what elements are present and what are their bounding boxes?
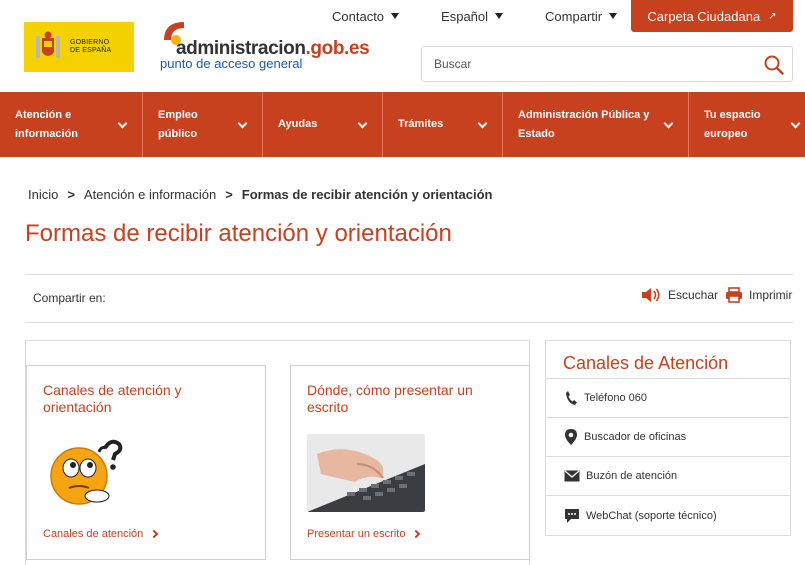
menu-item-label: Ayudas — [278, 115, 317, 134]
map-pin-icon — [565, 429, 577, 445]
external-link-icon: ↗ — [768, 10, 777, 22]
card-title: Canales de atención y orientación — [43, 382, 182, 415]
carpeta-ciudadana-label: Carpeta Ciudadana — [647, 8, 761, 24]
menu-item-atencion[interactable]: Atención e información — [0, 92, 143, 157]
side-item-label: Buzón de atención — [586, 470, 678, 482]
menu-item-label: Tu espacio europeo — [704, 106, 761, 144]
side-item-webchat[interactable]: WebChat (soporte técnico) — [546, 496, 790, 535]
chevron-down-icon — [790, 118, 801, 129]
gobierno-de-espana-logo[interactable]: GOBIERNO DE ESPAÑA — [24, 22, 134, 72]
menu-item-tramites[interactable]: Trámites — [383, 92, 503, 157]
menu-label-line2: público — [158, 127, 198, 140]
menu-item-europeo[interactable]: Tu espacio europeo — [689, 92, 805, 157]
chevron-down-icon — [117, 118, 128, 129]
share-menu-label: Compartir — [545, 8, 603, 24]
caret-down-icon — [391, 13, 400, 19]
site-header: GOBIERNO DE ESPAÑA administracion.gob.es… — [0, 0, 805, 92]
print-label: Imprimir — [749, 288, 793, 302]
share-label: Compartir en: — [33, 291, 106, 305]
breadcrumb-separator: > — [67, 187, 75, 202]
caret-down-icon — [609, 13, 618, 19]
language-label: Español — [441, 8, 489, 24]
share-menu[interactable]: Compartir — [545, 6, 618, 26]
chevron-right-icon — [150, 529, 159, 539]
side-item-label: Teléfono 060 — [584, 392, 647, 404]
menu-label-line1: Tu espacio — [704, 108, 761, 121]
breadcrumb-separator: > — [225, 187, 233, 202]
envelope-icon — [564, 470, 580, 482]
gov-logo-text: GOBIERNO DE ESPAÑA — [70, 39, 112, 54]
card-link-escrito[interactable]: Presentar un escrito — [307, 528, 421, 540]
main-menu: Atención e información Empleo público Ay… — [0, 92, 805, 157]
coat-of-arms-icon — [32, 29, 64, 65]
card-canales[interactable]: Canales de atención y orientación Canale… — [26, 365, 266, 560]
top-utility-nav: Contacto Español Compartir — [320, 6, 618, 26]
card-title: Dónde, cómo presentar un escrito — [307, 382, 473, 415]
menu-label-line2: información — [15, 127, 78, 140]
menu-item-label: Atención e información — [15, 106, 78, 144]
printer-icon — [726, 287, 742, 303]
administracion-logo[interactable]: administracion.gob.es punto de acceso ge… — [158, 18, 370, 74]
card-presentar-escrito[interactable]: Dónde, cómo presentar un escrito Present… — [290, 365, 530, 560]
speaker-icon — [642, 288, 660, 302]
site-tagline: punto de acceso general — [160, 56, 303, 71]
card-link-canales[interactable]: Canales de atención — [43, 528, 159, 540]
menu-item-label: Trámites — [398, 115, 443, 134]
side-item-buzon[interactable]: Buzón de atención — [546, 457, 790, 496]
side-item-telefono[interactable]: Teléfono 060 — [546, 379, 790, 418]
menu-label-line2: europeo — [704, 127, 748, 140]
menu-label-line1: Empleo — [158, 108, 198, 121]
chevron-down-icon — [477, 118, 488, 129]
contact-label: Contacto — [332, 8, 385, 24]
chevron-down-icon — [237, 118, 248, 129]
side-item-label: WebChat (soporte técnico) — [586, 509, 717, 522]
language-menu[interactable]: Español — [441, 6, 504, 26]
menu-item-empleo[interactable]: Empleo público — [143, 92, 263, 157]
phone-icon — [566, 391, 577, 405]
menu-item-label: Administración Pública y Estado — [518, 106, 649, 144]
typing-laptop-image — [307, 434, 425, 512]
share-toolbar: Compartir en: Escuchar Imprimir — [25, 274, 793, 323]
breadcrumb-current: Formas de recibir atención y orientación — [241, 187, 493, 202]
card-link-label: Canales de atención — [43, 528, 144, 540]
side-panel-title: Canales de Atención — [546, 341, 790, 379]
chevron-down-icon — [357, 118, 368, 129]
search-box — [421, 46, 793, 82]
chevron-down-icon — [663, 118, 674, 129]
search-icon[interactable] — [764, 55, 784, 75]
menu-label-line1: Atención e — [15, 108, 72, 121]
cards-container: Canales de atención y orientación Canale… — [25, 340, 530, 565]
menu-label-line1: Trámites — [398, 118, 444, 130]
menu-label-line1: Ayudas — [278, 118, 318, 130]
menu-label-line1: Administración Pública y — [518, 108, 650, 121]
breadcrumb-home[interactable]: Inicio — [28, 187, 58, 202]
listen-label: Escuchar — [668, 288, 719, 302]
site-name-tld: .gob.es — [305, 38, 370, 59]
side-item-oficinas[interactable]: Buscador de oficinas — [546, 418, 790, 457]
breadcrumb: Inicio > Atención e información > Formas… — [28, 187, 492, 202]
thinking-emoji-icon — [50, 439, 123, 505]
print-button[interactable]: Imprimir — [725, 287, 792, 303]
search-input[interactable] — [422, 47, 752, 81]
menu-item-label: Empleo público — [158, 106, 198, 144]
menu-item-administracion[interactable]: Administración Pública y Estado — [503, 92, 689, 157]
side-panel-canales: Canales de Atención Teléfono 060 Buscado… — [545, 340, 791, 536]
card-link-label: Presentar un escrito — [307, 528, 406, 540]
listen-button[interactable]: Escuchar — [640, 287, 718, 303]
chevron-right-icon — [412, 529, 421, 539]
chat-icon — [565, 508, 579, 523]
menu-label-line2: Estado — [518, 127, 555, 140]
side-item-label: Buscador de oficinas — [584, 431, 687, 443]
caret-down-icon — [495, 13, 504, 19]
contact-menu[interactable]: Contacto — [332, 6, 400, 26]
menu-item-ayudas[interactable]: Ayudas — [263, 92, 383, 157]
breadcrumb-atencion[interactable]: Atención e información — [84, 187, 216, 202]
page-title: Formas de recibir atención y orientación — [25, 220, 452, 247]
carpeta-ciudadana-button[interactable]: Carpeta Ciudadana ↗ — [631, 0, 793, 32]
